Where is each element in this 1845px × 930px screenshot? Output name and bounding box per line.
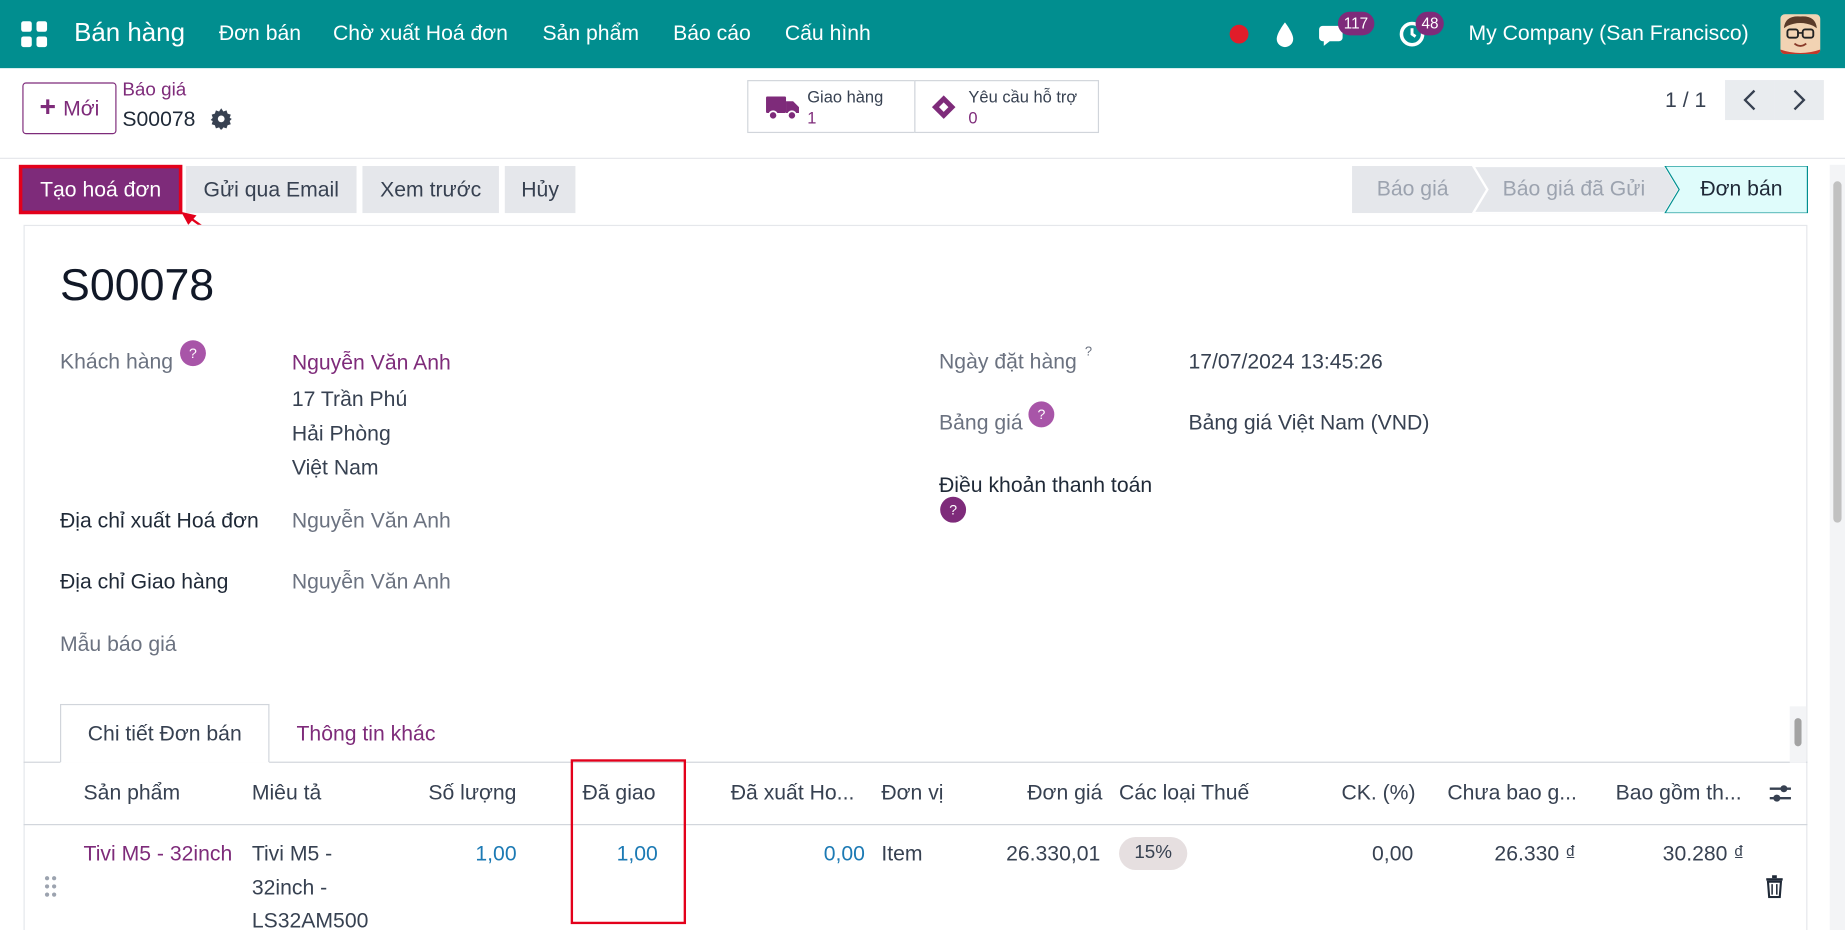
pager-next-button[interactable] (1774, 80, 1824, 121)
row-uom[interactable]: Item (881, 842, 922, 867)
col-product[interactable]: Sản phẩm (84, 780, 181, 805)
col-subtotal[interactable]: Chưa bao g... (1447, 780, 1577, 805)
customer-label: Khách hàng (60, 349, 174, 374)
row-discount[interactable]: 0,00 (1372, 842, 1413, 867)
delivery-address-field[interactable]: Nguyễn Văn Anh (292, 570, 451, 595)
customer-address-line: Việt Nam (291, 455, 379, 480)
order-date-help[interactable]: ? (1085, 345, 1092, 359)
chevron-left-icon (1743, 89, 1756, 111)
menu-configuration[interactable]: Cấu hình (785, 21, 871, 46)
tab-other-info[interactable]: Thông tin khác (273, 704, 459, 763)
plus-icon: + (39, 91, 57, 124)
invoice-address-field[interactable]: Nguyễn Văn Anh (292, 509, 451, 534)
stage-quotation-sent[interactable]: Báo giá đã Gửi (1503, 177, 1646, 202)
create-invoice-button[interactable]: Tạo hoá đơn (18, 164, 183, 215)
help-icon[interactable]: ? (180, 340, 206, 367)
row-unit-price[interactable]: 26.330,01 (1006, 842, 1100, 867)
row-subtotal: 26.330 ₫ (1494, 841, 1576, 866)
col-unit-price[interactable]: Đơn giá (1027, 780, 1102, 805)
page-scrollbar[interactable] (1829, 164, 1845, 930)
customer-address-line: Hải Phòng (291, 421, 391, 445)
row-total: 30.280 ₫ (1662, 841, 1745, 866)
pricelist-label: Bảng giá (939, 410, 1023, 435)
stage-sales-order[interactable]: Đơn bán (1700, 177, 1782, 202)
control-panel: + Mới Báo giá S00078 Giao hàng 1 Yêu cầu (0, 68, 1845, 159)
row-product[interactable]: Tivi M5 - 32inch (84, 842, 233, 867)
cancel-button[interactable]: Hủy (504, 165, 576, 214)
top-navbar: Bán hàng Đơn bán Chờ xuất Hoá đơn Sản ph… (0, 0, 1845, 69)
optional-columns-icon[interactable] (1767, 780, 1793, 806)
menu-reports[interactable]: Báo cáo (673, 21, 751, 46)
record-icon[interactable] (1229, 24, 1249, 44)
quote-template-label: Mẫu báo giá (60, 632, 177, 656)
inner-scrollbar[interactable] (1789, 706, 1807, 763)
delivery-smart-button[interactable]: Giao hàng 1 (747, 80, 916, 134)
delivered-column-highlight (570, 759, 687, 925)
col-discount[interactable]: CK. (%) (1341, 780, 1415, 805)
menu-to-invoice[interactable]: Chờ xuất Hoá đơn (333, 21, 508, 46)
support-smart-button[interactable]: Yêu cầu hỗ trợ 0 (914, 80, 1100, 134)
support-count: 0 (968, 108, 978, 128)
drag-handle-icon[interactable] (44, 875, 58, 899)
col-description[interactable]: Miêu tả (252, 780, 321, 805)
screen: Bán hàng Đơn bán Chờ xuất Hoá đơn Sản ph… (0, 0, 1845, 930)
col-taxes[interactable]: Các loại Thuế (1119, 780, 1249, 805)
droplet-icon[interactable] (1274, 20, 1295, 48)
help-icon[interactable]: ? (1028, 401, 1055, 428)
avatar[interactable] (1780, 14, 1821, 55)
pager-previous-button[interactable] (1725, 80, 1775, 121)
help-icon[interactable]: ? (940, 496, 967, 523)
order-date-label: Ngày đặt hàng (939, 349, 1077, 374)
row-quantity[interactable]: 1,00 (475, 842, 516, 867)
breadcrumb-current: S00078 (122, 107, 196, 131)
app-name[interactable]: Bán hàng (74, 18, 185, 49)
col-quantity[interactable]: Số lượng (428, 780, 516, 805)
payment-terms-label: Điều khoản thanh toán (939, 473, 1153, 497)
truck-icon (766, 96, 799, 121)
col-total[interactable]: Bao gồm th... (1616, 780, 1742, 805)
row-description-line[interactable]: 32inch - (252, 876, 327, 901)
support-label: Yêu cầu hỗ trợ (968, 87, 1078, 106)
delivery-address-label: Địa chỉ Giao hàng (60, 569, 229, 594)
breadcrumb-parent[interactable]: Báo giá (122, 80, 186, 101)
page-title: S00078 (60, 261, 215, 311)
menu-products[interactable]: Sản phẩm (542, 21, 639, 46)
order-date-field[interactable]: 17/07/2024 13:45:26 (1188, 350, 1382, 375)
pricelist-field[interactable]: Bảng giá Việt Nam (VND) (1188, 411, 1429, 436)
delivery-count: 1 (807, 108, 817, 128)
row-tax-badge[interactable]: 15% (1119, 836, 1188, 870)
delivery-label: Giao hàng (807, 87, 884, 106)
preview-button[interactable]: Xem trước (362, 165, 499, 214)
col-uom[interactable]: Đơn vị (881, 780, 943, 805)
send-email-button[interactable]: Gửi qua Email (185, 165, 357, 214)
stage-quotation[interactable]: Báo giá (1377, 177, 1449, 202)
messages-badge: 117 (1337, 11, 1375, 36)
tab-order-lines[interactable]: Chi tiết Đơn bán (60, 703, 270, 763)
row-description-line[interactable]: Tivi M5 - (252, 842, 332, 867)
new-button-label: Mới (63, 95, 100, 120)
ticket-icon (931, 95, 956, 119)
chevron-right-icon (1793, 89, 1806, 111)
activities-badge: 48 (1415, 11, 1445, 36)
customer-field[interactable]: Nguyễn Văn Anh (292, 351, 451, 376)
table-header-divider (23, 824, 1808, 826)
trash-icon[interactable] (1765, 875, 1784, 899)
apps-icon[interactable] (21, 21, 48, 48)
new-button[interactable]: + Mới (22, 82, 117, 135)
gear-icon[interactable] (210, 108, 232, 130)
customer-address-line: 17 Trần Phú (291, 387, 408, 411)
row-invoiced: 0,00 (823, 841, 865, 866)
invoice-address-label: Địa chỉ xuất Hoá đơn (60, 508, 259, 533)
pager-value[interactable]: 1 / 1 (1665, 88, 1706, 113)
company-switcher[interactable]: My Company (San Francisco) (1469, 21, 1749, 46)
row-description-line[interactable]: LS32AM500 (252, 909, 369, 930)
col-invoiced[interactable]: Đã xuất Ho... (731, 780, 855, 805)
menu-orders[interactable]: Đơn bán (219, 21, 301, 46)
